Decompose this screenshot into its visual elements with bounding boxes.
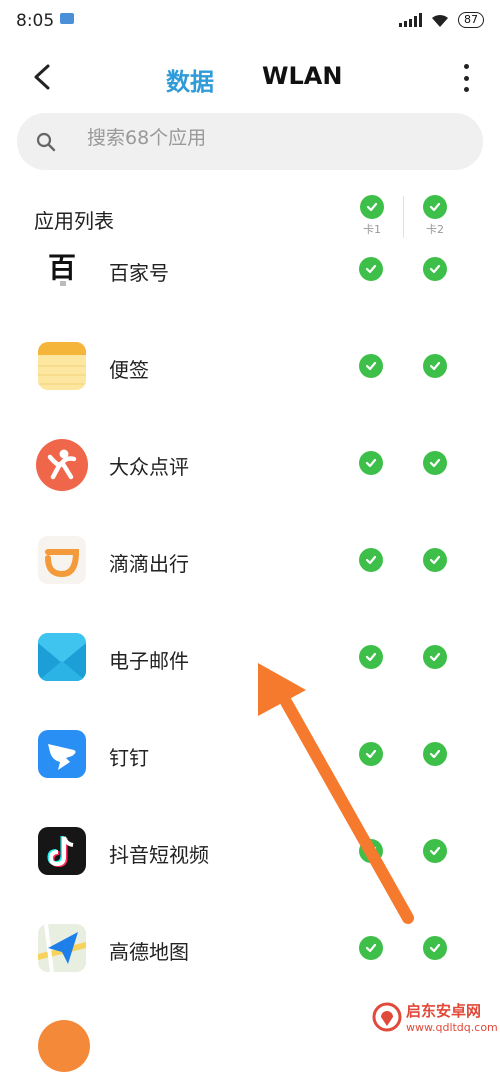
sim1-toggle[interactable]	[359, 354, 383, 378]
app-name: 百家号	[109, 261, 169, 285]
email-app-icon	[38, 633, 86, 681]
baijiahao-app-icon: 百	[38, 245, 86, 293]
amap-app-icon	[38, 924, 86, 972]
check-icon	[360, 195, 384, 219]
app-name: 便签	[109, 358, 149, 382]
list-item[interactable]: 大众点评	[0, 415, 500, 512]
search-input[interactable]	[85, 126, 469, 150]
sim2-toggle[interactable]	[423, 548, 447, 572]
status-time: 8:05	[16, 11, 55, 31]
list-item[interactable]: 百 百家号	[0, 221, 500, 318]
back-arrow-icon[interactable]	[28, 60, 58, 94]
search-icon	[36, 132, 56, 152]
list-item[interactable]: 高德地图	[0, 900, 500, 997]
sim-icon	[60, 13, 74, 24]
app-name: 高德地图	[109, 940, 189, 964]
status-icons: 87	[399, 12, 484, 28]
sim1-toggle[interactable]	[359, 839, 383, 863]
search-bar[interactable]	[17, 113, 483, 170]
top-nav: 数据 WLAN	[0, 50, 500, 104]
app-name: 大众点评	[109, 455, 189, 479]
sim1-toggle[interactable]	[359, 936, 383, 960]
app-name: 电子邮件	[109, 649, 189, 673]
sim2-toggle[interactable]	[423, 451, 447, 475]
app-name: 滴滴出行	[109, 552, 189, 576]
tab-data[interactable]: 数据	[166, 62, 214, 97]
sim1-toggle[interactable]	[359, 451, 383, 475]
sim2-toggle[interactable]	[423, 257, 447, 281]
list-item[interactable]: 钉钉	[0, 706, 500, 803]
sim1-toggle[interactable]	[359, 742, 383, 766]
tab-wlan[interactable]: WLAN	[262, 62, 342, 90]
app-name: 抖音短视频	[109, 843, 209, 867]
sim1-toggle[interactable]	[359, 645, 383, 669]
list-item[interactable]: 电子邮件	[0, 609, 500, 706]
didi-app-icon	[38, 536, 86, 584]
list-item[interactable]: 滴滴出行	[0, 512, 500, 609]
check-icon	[423, 195, 447, 219]
partial-app-icon	[38, 1020, 90, 1072]
sim2-toggle[interactable]	[423, 354, 447, 378]
notes-app-icon	[38, 342, 86, 390]
more-options-icon[interactable]	[462, 64, 470, 92]
svg-text:百: 百	[48, 251, 76, 284]
watermark-logo-icon	[372, 1002, 402, 1032]
watermark-name: 启东安卓网	[406, 1002, 482, 1020]
list-item[interactable]: 便签	[0, 318, 500, 415]
watermark: 启东安卓网 www.qdltdq.com	[372, 1000, 498, 1034]
signal-icon	[399, 13, 422, 27]
dingtalk-app-icon	[38, 730, 86, 778]
wifi-icon	[432, 14, 448, 27]
sim2-toggle[interactable]	[423, 742, 447, 766]
sim2-toggle[interactable]	[423, 839, 447, 863]
sim2-toggle[interactable]	[423, 936, 447, 960]
douyin-app-icon	[38, 827, 86, 875]
status-bar: 8:05 87	[0, 0, 500, 44]
watermark-url: www.qdltdq.com	[406, 1021, 498, 1034]
battery-icon: 87	[458, 12, 484, 28]
sim2-toggle[interactable]	[423, 645, 447, 669]
sim1-toggle[interactable]	[359, 548, 383, 572]
list-item[interactable]: 抖音短视频	[0, 803, 500, 900]
dianping-app-icon	[36, 439, 88, 491]
sim1-toggle[interactable]	[359, 257, 383, 281]
app-name: 钉钉	[109, 746, 149, 770]
